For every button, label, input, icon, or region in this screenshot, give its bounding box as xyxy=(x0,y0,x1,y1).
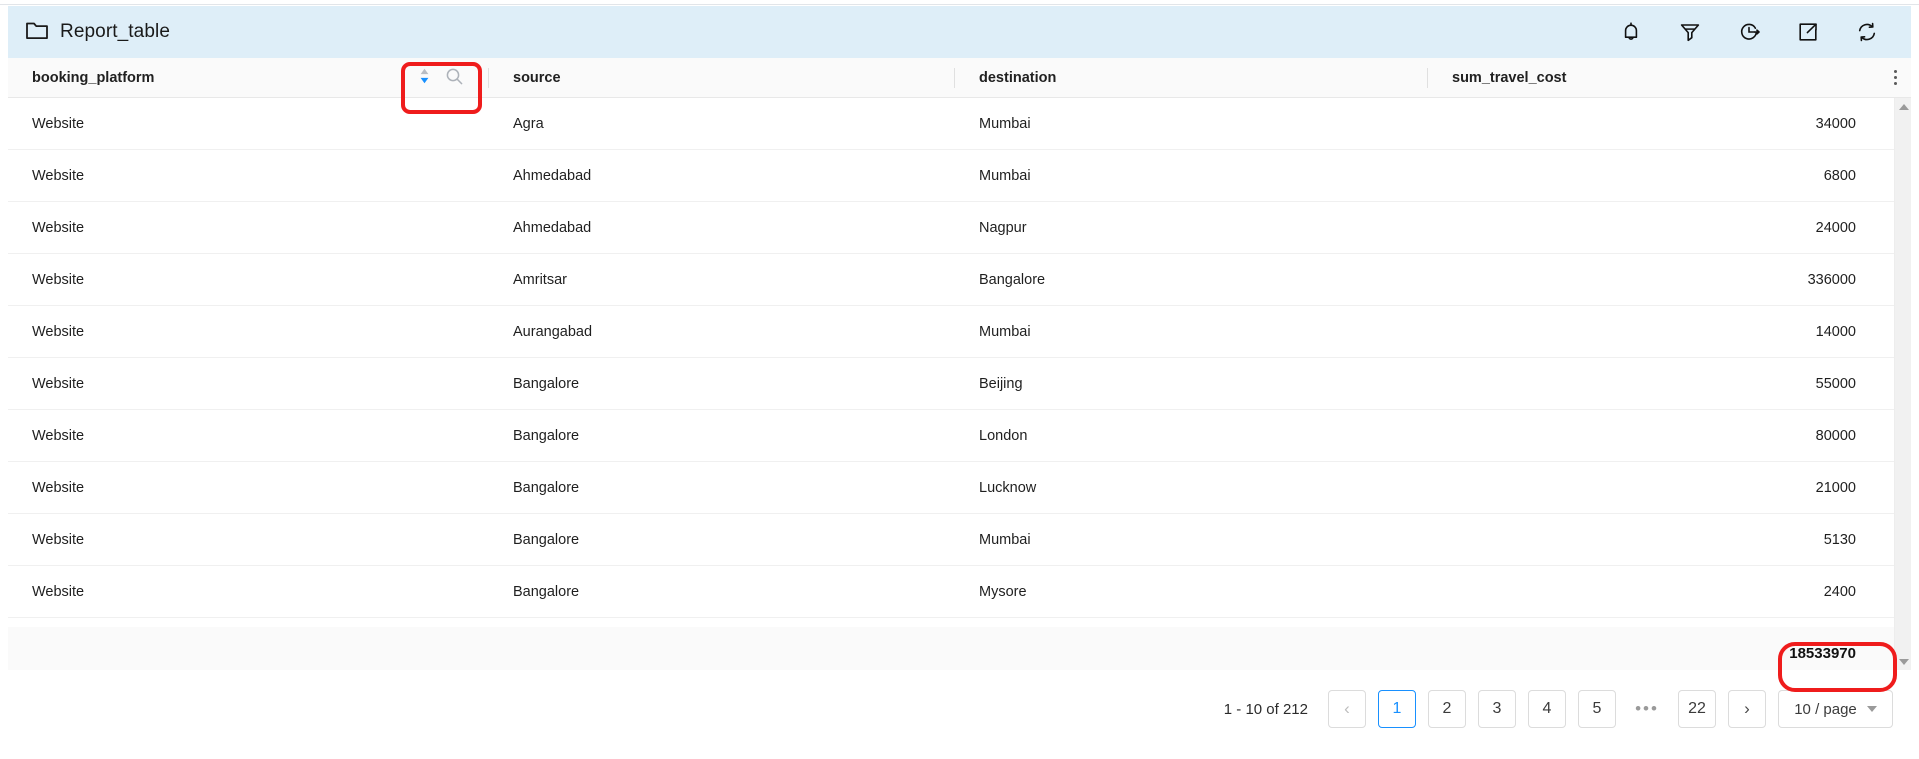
sort-icon[interactable] xyxy=(418,66,431,90)
pagination-page-1[interactable]: 1 xyxy=(1378,690,1416,728)
title-bar-left: Report_table xyxy=(8,19,1618,46)
pagination-last-page[interactable]: 22 xyxy=(1678,690,1716,728)
cell-sum_travel_cost: 6800 xyxy=(1823,167,1856,184)
window-top-strip xyxy=(0,0,1919,5)
cell-booking_platform: Website xyxy=(32,271,85,288)
folder-icon xyxy=(25,19,49,46)
notification-bell-icon[interactable] xyxy=(1618,19,1644,45)
cell-destination: Mumbai xyxy=(979,115,1031,132)
table-row[interactable]: Website Bangalore Lucknow 21000 xyxy=(8,462,1911,514)
column-header-label: sum_travel_cost xyxy=(1452,69,1567,86)
refresh-icon[interactable] xyxy=(1854,19,1880,45)
pagination-page-4[interactable]: 4 xyxy=(1528,690,1566,728)
cell-source: Bangalore xyxy=(513,531,580,548)
table-summary-row: 18533970 xyxy=(8,627,1911,670)
cell-booking_platform: Website xyxy=(32,479,85,496)
cell-booking_platform: Website xyxy=(32,167,85,184)
table-body: Website Agra Mumbai 34000 Website Ahmedabad Mu… xyxy=(8,98,1911,627)
column-header-destination[interactable]: destination xyxy=(955,58,1428,98)
cell-destination: Mumbai xyxy=(979,167,1031,184)
column-header-booking_platform[interactable]: booking_platform xyxy=(8,58,489,98)
table-row[interactable]: Website Bangalore Beijing 55000 xyxy=(8,358,1911,410)
schedule-clock-icon[interactable] xyxy=(1736,19,1762,45)
cell-source: Aurangabad xyxy=(513,323,593,340)
summary-total-value: 18533970 xyxy=(1789,644,1856,662)
cell-sum_travel_cost: 55000 xyxy=(1815,375,1856,392)
cell-sum_travel_cost: 14000 xyxy=(1815,323,1856,340)
title-bar-actions xyxy=(1618,19,1911,45)
cell-source: Amritsar xyxy=(513,271,567,288)
cell-booking_platform: Website xyxy=(32,115,85,132)
table-row[interactable]: Website Bangalore London 80000 xyxy=(8,410,1911,462)
column-header-label: destination xyxy=(979,69,1057,86)
cell-booking_platform: Website xyxy=(32,427,85,444)
cell-booking_platform: Website xyxy=(32,375,85,392)
table-row[interactable]: Website Aurangabad Mumbai 14000 xyxy=(8,306,1911,358)
pagination-next-button[interactable]: › xyxy=(1728,690,1766,728)
column-tools xyxy=(406,65,476,92)
cell-sum_travel_cost: 5130 xyxy=(1823,531,1856,548)
cell-booking_platform: Website xyxy=(32,531,85,548)
cell-source: Ahmedabad xyxy=(513,219,592,236)
cell-sum_travel_cost: 336000 xyxy=(1807,271,1856,288)
page-size-select[interactable]: 10 / page xyxy=(1778,690,1893,728)
pagination: 1 - 10 of 212 ‹ 1 2 3 4 5 ••• 22 › 10 / … xyxy=(1224,690,1893,728)
column-header-sum_travel_cost[interactable]: sum_travel_cost xyxy=(1428,58,1880,98)
report-table-app: Report_table booking_platform source des… xyxy=(0,0,1919,759)
cell-destination: Nagpur xyxy=(979,219,1027,236)
table-header-row: booking_platform source destination sum_… xyxy=(8,58,1911,98)
cell-destination: Mumbai xyxy=(979,323,1031,340)
cell-source: Agra xyxy=(513,115,544,132)
cell-sum_travel_cost: 80000 xyxy=(1815,427,1856,444)
cell-sum_travel_cost: 21000 xyxy=(1815,479,1856,496)
table-row[interactable]: Website Ahmedabad Mumbai 6800 xyxy=(8,150,1911,202)
more-vertical-icon[interactable] xyxy=(1880,58,1911,98)
cell-booking_platform: Website xyxy=(32,219,85,236)
cell-destination: Lucknow xyxy=(979,479,1037,496)
cell-source: Bangalore xyxy=(513,375,580,392)
cell-booking_platform: Website xyxy=(32,323,85,340)
cell-destination: London xyxy=(979,427,1028,444)
column-header-source[interactable]: source xyxy=(489,58,955,98)
table-row[interactable]: Website Ahmedabad Nagpur 24000 xyxy=(8,202,1911,254)
cell-destination: Mysore xyxy=(979,583,1027,600)
pagination-range-text: 1 - 10 of 212 xyxy=(1223,700,1308,718)
pagination-page-5[interactable]: 5 xyxy=(1578,690,1616,728)
column-header-label: source xyxy=(513,69,561,86)
cell-destination: Mumbai xyxy=(979,531,1031,548)
table-row[interactable]: Website Amritsar Bangalore 336000 xyxy=(8,254,1911,306)
pagination-page-3[interactable]: 3 xyxy=(1478,690,1516,728)
cell-destination: Beijing xyxy=(979,375,1023,392)
table-row[interactable]: Website Agra Mumbai 34000 xyxy=(8,98,1911,150)
scroll-down-arrow-icon[interactable] xyxy=(1895,653,1911,670)
cell-booking_platform: Website xyxy=(32,583,85,600)
cell-sum_travel_cost: 24000 xyxy=(1815,219,1856,236)
page-title: Report_table xyxy=(60,21,170,42)
column-header-label: booking_platform xyxy=(32,69,155,86)
cell-source: Bangalore xyxy=(513,583,580,600)
search-icon[interactable] xyxy=(445,67,464,90)
data-table: booking_platform source destination sum_… xyxy=(8,58,1911,670)
table-row[interactable]: Website Bangalore Mumbai 5130 xyxy=(8,514,1911,566)
table-row[interactable]: Website Bangalore Mysore 2400 xyxy=(8,566,1911,618)
page-size-label: 10 / page xyxy=(1794,700,1857,718)
cell-source: Ahmedabad xyxy=(513,167,592,184)
more-vertical-dots xyxy=(1894,70,1897,85)
cell-source: Bangalore xyxy=(513,479,580,496)
chevron-down-icon xyxy=(1866,706,1877,712)
cell-source: Bangalore xyxy=(513,427,580,444)
cell-sum_travel_cost: 34000 xyxy=(1815,115,1856,132)
scroll-up-arrow-icon[interactable] xyxy=(1895,98,1911,115)
filter-funnel-icon[interactable] xyxy=(1677,19,1703,45)
pagination-ellipsis[interactable]: ••• xyxy=(1628,690,1666,728)
pagination-page-2[interactable]: 2 xyxy=(1428,690,1466,728)
export-icon[interactable] xyxy=(1795,19,1821,45)
cell-destination: Bangalore xyxy=(979,271,1046,288)
pagination-prev-button[interactable]: ‹ xyxy=(1328,690,1366,728)
cell-sum_travel_cost: 2400 xyxy=(1823,583,1856,600)
table-title-bar: Report_table xyxy=(8,6,1911,58)
table-vertical-scrollbar[interactable] xyxy=(1894,98,1911,670)
